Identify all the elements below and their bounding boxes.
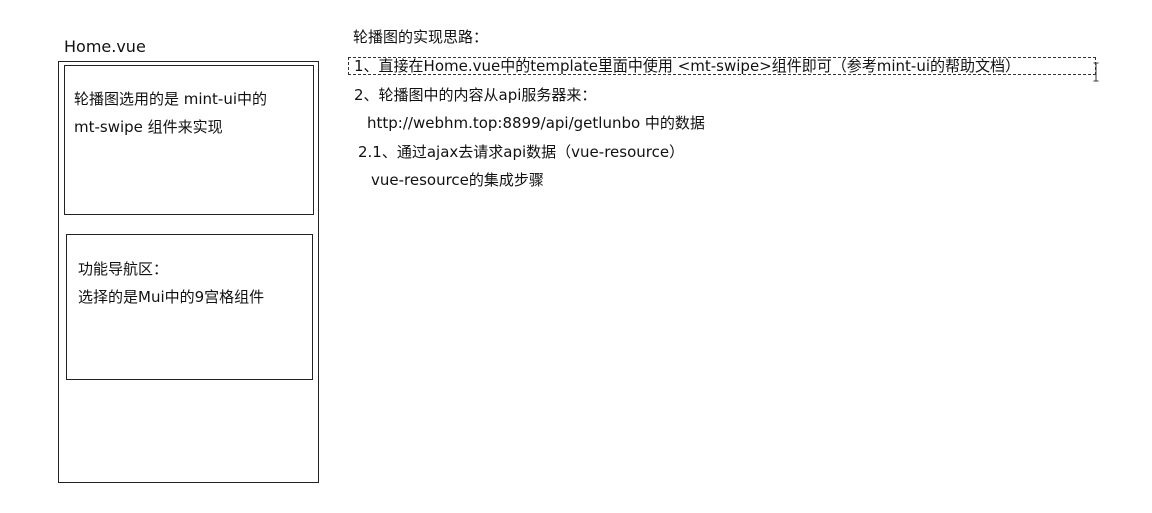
- notes-step-2-1: 2.1、通过ajax去请求api数据（vue-resource）: [358, 143, 685, 161]
- file-name-label: Home.vue: [64, 37, 146, 56]
- nav-section-text: 功能导航区： 选择的是Mui中的9宫格组件: [78, 255, 264, 311]
- notes-step-2: 2、轮播图中的内容从api服务器来：: [354, 86, 597, 104]
- swipe-section-box: 轮播图选用的是 mint-ui中的 mt-swipe 组件来实现: [64, 65, 314, 215]
- swipe-section-text: 轮播图选用的是 mint-ui中的 mt-swipe 组件来实现: [74, 85, 267, 141]
- notes-vue-resource-steps: vue-resource的集成步骤: [371, 171, 544, 189]
- nav-section-line-2: 选择的是Mui中的9宫格组件: [78, 288, 265, 306]
- swipe-section-line-2: mt-swipe 组件来实现: [74, 118, 223, 136]
- notes-title: 轮播图的实现思路：: [353, 28, 489, 46]
- notes-api-url: http://webhm.top:8899/api/getlunbo 中的数据: [367, 114, 705, 132]
- nav-section-box: 功能导航区： 选择的是Mui中的9宫格组件: [66, 234, 313, 380]
- notes-step-1-textbox[interactable]: 1、直接在Home.vue中的template里面中使用 <mt-swipe>组…: [348, 57, 1096, 75]
- text-cursor-icon: [1093, 62, 1099, 82]
- swipe-section-line-1: 轮播图选用的是 mint-ui中的: [74, 90, 268, 108]
- nav-section-line-1: 功能导航区：: [78, 260, 169, 278]
